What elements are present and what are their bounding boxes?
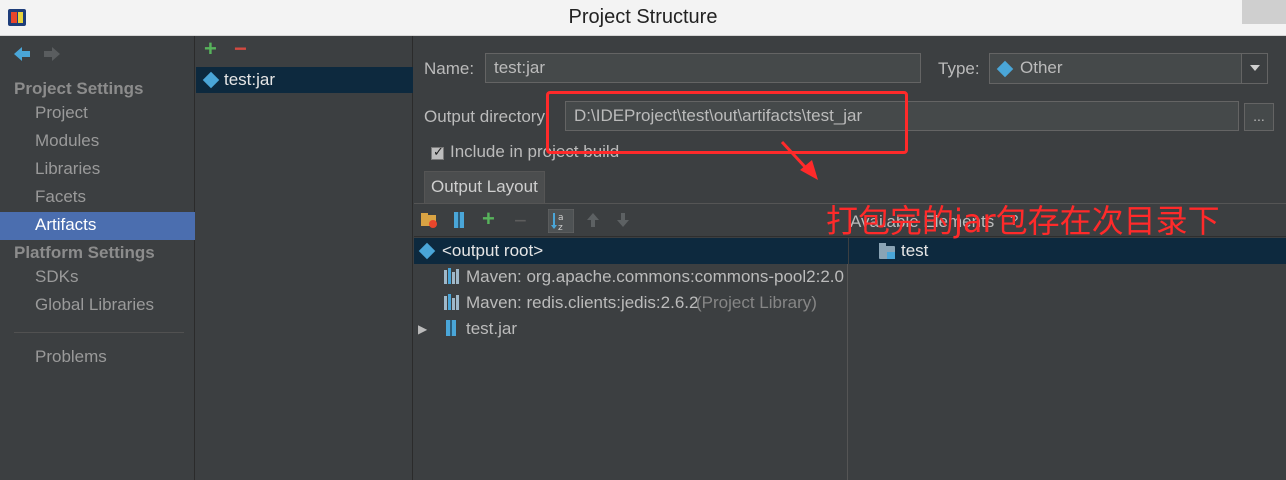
nav-item-artifacts[interactable]: Artifacts — [0, 212, 195, 240]
plus-icon[interactable]: + — [204, 36, 217, 62]
library-icon — [444, 268, 460, 284]
artifact-item[interactable]: test:jar — [196, 67, 413, 93]
other-type-icon — [996, 60, 1014, 78]
type-select-value: Other — [1020, 58, 1063, 77]
tree-row-suffix: (Project Library) — [696, 293, 817, 312]
output-tree: <output root> Maven: org.apache.commons:… — [414, 238, 848, 480]
archive-icon[interactable] — [450, 211, 468, 229]
nav-item-sdks[interactable]: SDKs — [0, 264, 195, 292]
nav-item-facets[interactable]: Facets — [0, 184, 195, 212]
create-directory-icon[interactable] — [420, 211, 438, 229]
tree-row-library[interactable]: Maven: org.apache.commons:commons-pool2:… — [414, 264, 848, 290]
type-select[interactable]: Other — [989, 53, 1268, 84]
project-settings-header: Project Settings — [14, 79, 144, 98]
nav-item-global-libraries[interactable]: Global Libraries — [0, 292, 195, 320]
nav-item-modules[interactable]: Modules — [0, 128, 195, 156]
tree-row-jar[interactable]: ▶ test.jar — [414, 316, 848, 342]
svg-text:z: z — [558, 223, 563, 233]
tree-row-label: Maven: redis.clients:jedis:2.6.2 — [466, 293, 699, 312]
sort-icon[interactable]: a z — [548, 209, 574, 233]
chevron-down-icon[interactable] — [1241, 54, 1267, 83]
window-title: Project Structure — [568, 6, 718, 28]
title-bar: Project Structure — [0, 0, 1286, 36]
artifact-icon — [418, 242, 436, 260]
annotation-text: 打包完的jar包存在次目录下 — [826, 202, 1220, 240]
name-label: Name: — [424, 59, 475, 78]
output-directory-label: Output directory: — [424, 107, 550, 126]
back-arrow-icon[interactable] — [12, 44, 32, 64]
type-label: Type: — [938, 59, 980, 78]
tree-row-label: Maven: org.apache.commons:commons-pool2:… — [466, 267, 844, 286]
minus-icon: − — [514, 208, 527, 233]
tree-row-label: <output root> — [442, 241, 544, 260]
tab-output-layout[interactable]: Output Layout — [424, 171, 545, 203]
expand-arrow-icon[interactable]: ▶ — [418, 316, 427, 342]
jar-icon — [444, 320, 460, 336]
platform-settings-header: Platform Settings — [14, 243, 155, 262]
artifact-item-label: test:jar — [224, 70, 276, 89]
nav-item-libraries[interactable]: Libraries — [0, 156, 195, 184]
plus-icon[interactable]: + — [482, 206, 495, 232]
artifact-details: Name: test:jar Type: Other Output direct… — [414, 36, 1286, 480]
move-down-icon[interactable] — [614, 211, 632, 229]
settings-nav: Project Settings Project Modules Librari… — [0, 36, 195, 480]
forward-arrow-icon[interactable] — [42, 44, 62, 64]
include-in-build-checkbox[interactable] — [431, 144, 444, 160]
output-layout-panel: + − a z Available Elements ? <output roo… — [414, 203, 1286, 480]
artifacts-list-panel: + − test:jar — [196, 36, 413, 480]
tree-row-label: test.jar — [466, 319, 518, 338]
browse-button[interactable]: ... — [1244, 103, 1274, 131]
nav-item-project[interactable]: Project — [0, 100, 195, 128]
nav-item-problems[interactable]: Problems — [0, 344, 195, 372]
module-folder-icon — [879, 243, 895, 259]
name-field[interactable]: test:jar — [485, 53, 921, 83]
library-icon — [444, 294, 460, 310]
available-elements-tree: test — [849, 238, 1286, 480]
close-button[interactable] — [1242, 0, 1286, 24]
include-in-build-label: Include in project build — [450, 142, 620, 161]
svg-text:a: a — [558, 213, 564, 223]
nav-divider — [14, 332, 184, 333]
minus-icon[interactable]: − — [234, 36, 247, 62]
tree-row-library[interactable]: Maven: redis.clients:jedis:2.6.2 (Projec… — [414, 290, 848, 316]
move-up-icon[interactable] — [584, 211, 602, 229]
artifact-icon — [202, 71, 220, 89]
tree-row-output-root[interactable]: <output root> — [414, 238, 848, 264]
output-directory-field[interactable]: D:\IDEProject\test\out\artifacts\test_ja… — [565, 101, 1239, 131]
